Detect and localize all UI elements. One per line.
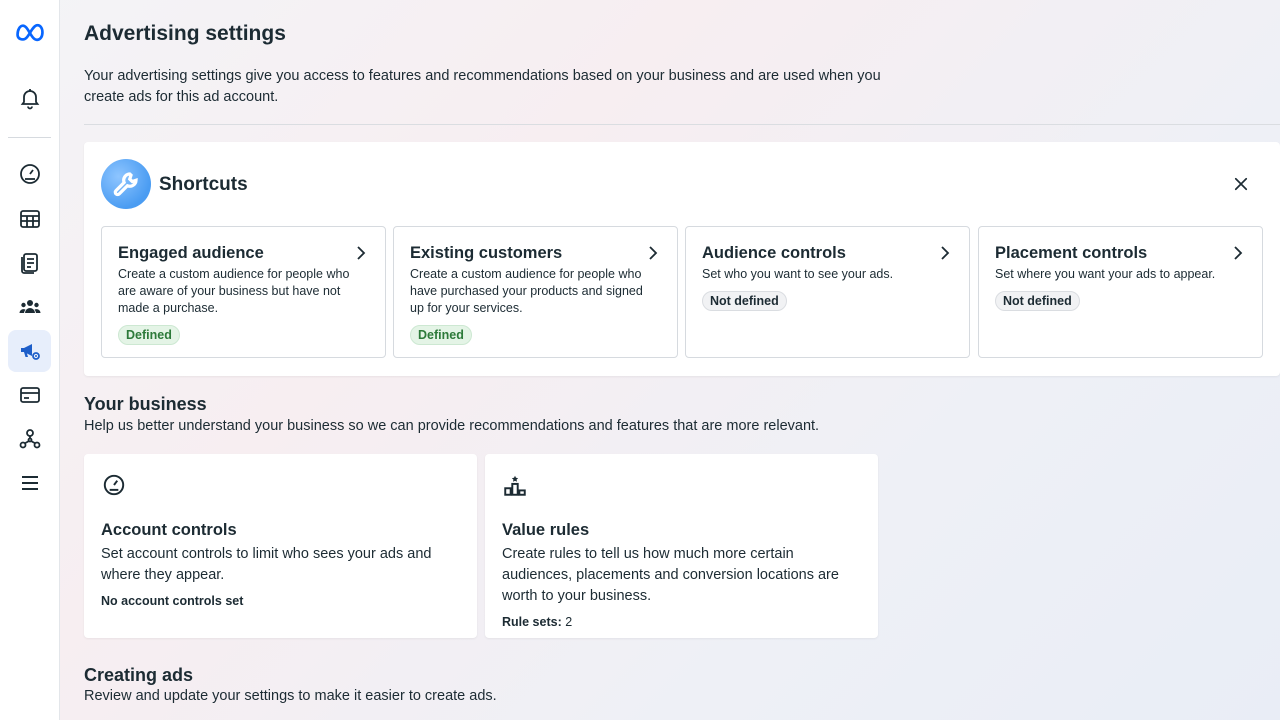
sidebar-item-reporting[interactable] bbox=[8, 242, 51, 284]
value-rules-card[interactable]: Value rules Create rules to tell us how … bbox=[485, 454, 878, 638]
page-title: Advertising settings bbox=[84, 22, 286, 45]
shortcut-card-audience-controls[interactable]: Audience controls Set who you want to se… bbox=[685, 226, 970, 358]
megaphone-gear-icon bbox=[20, 344, 40, 360]
shortcut-card-existing-customers[interactable]: Existing customers Create a custom audie… bbox=[393, 226, 678, 358]
menu-icon bbox=[21, 476, 38, 490]
shortcut-card-title: Audience controls bbox=[702, 244, 846, 262]
chevron-right-icon bbox=[941, 246, 950, 260]
card-description: Set account controls to limit who sees y… bbox=[101, 546, 432, 583]
sidebar bbox=[0, 0, 60, 720]
sidebar-item-audiences[interactable] bbox=[8, 286, 51, 328]
status-badge: Not defined bbox=[702, 291, 787, 311]
wrench-icon bbox=[113, 172, 138, 197]
shortcut-card-title: Existing customers bbox=[410, 244, 563, 262]
shortcut-card-title: Engaged audience bbox=[118, 244, 264, 262]
ranking-chart-icon bbox=[504, 475, 526, 496]
creating-ads-description: Review and update your settings to make … bbox=[84, 688, 497, 704]
sidebar-item-campaigns[interactable] bbox=[8, 198, 51, 240]
sidebar-item-overview[interactable] bbox=[8, 153, 51, 195]
shortcut-card-description: Create a custom audience for people who … bbox=[410, 267, 643, 315]
card-status: Rule sets: 2 bbox=[502, 615, 861, 629]
rule-sets-count: 2 bbox=[565, 615, 573, 629]
sidebar-item-advertising-settings[interactable] bbox=[8, 330, 51, 372]
your-business-description: Help us better understand your business … bbox=[84, 418, 820, 434]
status-badge: Defined bbox=[410, 325, 472, 345]
credit-card-icon bbox=[19, 387, 40, 403]
sidebar-item-billing[interactable] bbox=[8, 374, 51, 416]
shortcut-card-description: Create a custom audience for people who … bbox=[118, 267, 350, 315]
chevron-right-icon bbox=[357, 246, 366, 260]
chevron-right-icon bbox=[1234, 246, 1243, 260]
sidebar-divider bbox=[8, 137, 51, 138]
account-controls-card[interactable]: Account controls Set account controls to… bbox=[84, 454, 477, 638]
sidebar-item-all-tools[interactable] bbox=[8, 462, 51, 504]
page-description: Your advertising settings give you acces… bbox=[84, 68, 881, 105]
close-icon bbox=[1234, 177, 1248, 191]
shortcut-card-description: Set who you want to see your ads. bbox=[702, 267, 894, 281]
report-icon bbox=[20, 253, 38, 274]
status-badge: Not defined bbox=[995, 291, 1080, 311]
bell-icon bbox=[20, 89, 39, 110]
notifications-button[interactable] bbox=[8, 77, 51, 119]
meta-logo[interactable] bbox=[8, 10, 51, 52]
shortcut-card-placement-controls[interactable]: Placement controls Set where you want yo… bbox=[978, 226, 1263, 358]
close-shortcuts-button[interactable] bbox=[1229, 172, 1253, 196]
your-business-title: Your business bbox=[84, 394, 207, 414]
card-status: No account controls set bbox=[101, 594, 244, 608]
divider bbox=[84, 124, 1280, 125]
gauge-icon bbox=[19, 164, 40, 184]
shortcuts-title: Shortcuts bbox=[159, 174, 248, 195]
shortcut-card-title: Placement controls bbox=[995, 244, 1148, 262]
card-title: Account controls bbox=[101, 521, 237, 539]
gauge-icon bbox=[103, 474, 125, 496]
meta-logo-icon bbox=[15, 23, 44, 42]
chevron-right-icon bbox=[649, 246, 658, 260]
sidebar-item-events-manager[interactable] bbox=[8, 418, 51, 460]
shortcuts-panel: Shortcuts Engaged audience Create a cust… bbox=[84, 142, 1280, 376]
network-icon bbox=[19, 429, 40, 449]
creating-ads-title: Creating ads bbox=[84, 665, 194, 685]
rule-sets-label: Rule sets: bbox=[502, 615, 562, 629]
card-title: Value rules bbox=[502, 521, 590, 539]
people-icon bbox=[19, 300, 40, 313]
card-description: Create rules to tell us how much more ce… bbox=[502, 546, 839, 604]
main-content: Advertising settings Your advertising se… bbox=[60, 0, 1280, 720]
shortcuts-badge bbox=[101, 159, 151, 209]
status-badge: Defined bbox=[118, 325, 180, 345]
table-icon bbox=[19, 210, 40, 228]
shortcut-card-engaged-audience[interactable]: Engaged audience Create a custom audienc… bbox=[101, 226, 386, 358]
shortcut-card-description: Set where you want your ads to appear. bbox=[995, 267, 1216, 281]
